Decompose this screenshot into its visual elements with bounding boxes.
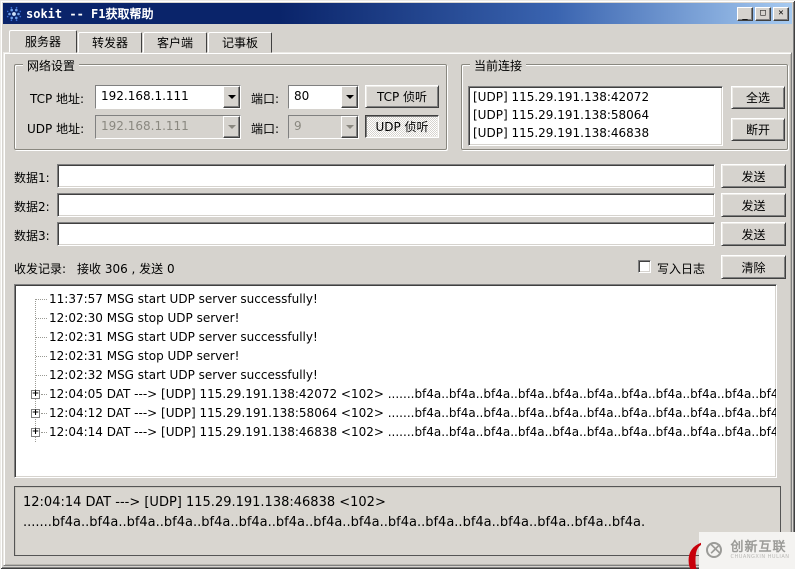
- write-log-checkbox[interactable]: [638, 260, 651, 273]
- watermark: ( ✕ 创新互联 CHUANGXIN HULIAN: [685, 532, 795, 569]
- send1-button[interactable]: 发送: [721, 164, 786, 188]
- log-entry[interactable]: 12:04:05 DAT ---> [UDP] 115.29.191.138:4…: [15, 385, 776, 404]
- send3-label: 发送: [741, 227, 766, 242]
- tcp-address-label: TCP 地址:: [30, 92, 85, 106]
- tcp-port-value: 80: [289, 86, 341, 108]
- chevron-down-icon[interactable]: [341, 86, 358, 108]
- send1-label: 发送: [741, 169, 766, 184]
- send2-label: 发送: [741, 198, 766, 213]
- select-all-button[interactable]: 全选: [731, 86, 785, 109]
- connection-item[interactable]: [UDP] 115.29.191.138:58064: [473, 106, 718, 124]
- network-settings-title: 网络设置: [23, 57, 80, 74]
- log-entry-text: 12:04:12 DAT ---> [UDP] 115.29.191.138:5…: [49, 406, 776, 420]
- log-entry[interactable]: 12:02:32 MSG start UDP server successful…: [15, 366, 776, 385]
- close-icon[interactable]: ✕: [773, 6, 789, 21]
- window-title: sokit -- F1获取帮助: [26, 7, 154, 21]
- log-entry[interactable]: 12:02:30 MSG stop UDP server!: [15, 309, 776, 328]
- udp-address-value: 192.168.1.111: [96, 116, 223, 138]
- disconnect-button[interactable]: 断开: [731, 118, 785, 141]
- app-window: sokit -- F1获取帮助 _ □ ✕ 服务器 转发器 客户端 记事板 网络…: [0, 0, 795, 569]
- tab-server[interactable]: 服务器: [9, 30, 78, 53]
- chevron-down-icon: [341, 116, 358, 138]
- expand-plus-icon[interactable]: [31, 428, 40, 437]
- app-icon: [6, 6, 22, 22]
- chevron-down-icon[interactable]: [223, 86, 240, 108]
- current-connections-title: 当前连接: [470, 57, 527, 74]
- title-bar: sokit -- F1获取帮助 _ □ ✕: [3, 3, 792, 24]
- udp-address-combobox: 192.168.1.111: [95, 115, 241, 139]
- watermark-logo-icon: ✕: [706, 539, 723, 560]
- tab-notepad[interactable]: 记事板: [208, 32, 273, 53]
- tab-label: 服务器: [25, 35, 62, 49]
- log-entry-text: 12:04:14 DAT ---> [UDP] 115.29.191.138:4…: [49, 425, 776, 439]
- red-paren-decoration: (: [685, 536, 703, 569]
- tab-label: 记事板: [222, 36, 259, 50]
- detail-line2: .......bf4a..bf4a..bf4a..bf4a..bf4a..bf4…: [23, 515, 646, 530]
- send2-button[interactable]: 发送: [721, 193, 786, 217]
- log-entry-text: 12:02:32 MSG start UDP server successful…: [49, 368, 318, 382]
- log-entry[interactable]: 12:04:14 DAT ---> [UDP] 115.29.191.138:4…: [15, 423, 776, 442]
- record-stats: 接收 306 , 发送 0: [77, 262, 175, 276]
- clear-label: 清除: [741, 260, 766, 275]
- select-all-label: 全选: [745, 91, 770, 105]
- tcp-listen-button[interactable]: TCP 侦听: [365, 85, 439, 108]
- watermark-brand: 创新互联: [730, 539, 787, 555]
- tab-label: 转发器: [92, 36, 129, 50]
- log-entry-text: 12:02:30 MSG stop UDP server!: [49, 311, 240, 325]
- tcp-address-value: 192.168.1.111: [96, 86, 223, 108]
- udp-listen-button[interactable]: UDP 侦听: [365, 115, 439, 138]
- watermark-subtext: CHUANGXIN HULIAN: [730, 553, 790, 560]
- tcp-port-combobox[interactable]: 80: [288, 85, 359, 109]
- detail-panel[interactable]: 12:04:14 DAT ---> [UDP] 115.29.191.138:4…: [14, 486, 781, 556]
- expand-plus-icon[interactable]: [31, 409, 40, 418]
- data3-label: 数据3:: [14, 229, 50, 243]
- udp-address-label: UDP 地址:: [27, 122, 85, 136]
- data2-label: 数据2:: [14, 200, 50, 214]
- tcp-listen-label: TCP 侦听: [376, 90, 428, 104]
- data1-label: 数据1:: [14, 171, 50, 185]
- send3-button[interactable]: 发送: [721, 222, 786, 246]
- udp-port-combobox: 9: [288, 115, 359, 139]
- log-entry-text: 12:04:05 DAT ---> [UDP] 115.29.191.138:4…: [49, 387, 776, 401]
- log-entry[interactable]: 11:37:57 MSG start UDP server successful…: [15, 290, 776, 309]
- detail-line1: 12:04:14 DAT ---> [UDP] 115.29.191.138:4…: [23, 495, 386, 510]
- log-entry-text: 12:02:31 MSG start UDP server successful…: [49, 330, 318, 344]
- record-label: 收发记录:: [14, 262, 67, 276]
- log-entry[interactable]: 12:02:31 MSG stop UDP server!: [15, 347, 776, 366]
- data1-input[interactable]: [57, 164, 715, 188]
- tcp-port-label: 端口:: [251, 92, 280, 106]
- log-entry[interactable]: 12:04:12 DAT ---> [UDP] 115.29.191.138:5…: [15, 404, 776, 423]
- connection-item[interactable]: [UDP] 115.29.191.138:46838: [473, 124, 718, 142]
- clear-button[interactable]: 清除: [721, 255, 786, 279]
- chevron-down-icon: [223, 116, 240, 138]
- data3-input[interactable]: [57, 222, 715, 246]
- log-entry-text: 12:02:31 MSG stop UDP server!: [49, 349, 240, 363]
- tab-client[interactable]: 客户端: [143, 32, 208, 53]
- connection-item[interactable]: [UDP] 115.29.191.138:42072: [473, 88, 718, 106]
- tab-bar: 服务器 转发器 客户端 记事板: [9, 30, 273, 53]
- tab-forwarder[interactable]: 转发器: [78, 32, 143, 53]
- expand-plus-icon[interactable]: [31, 390, 40, 399]
- disconnect-label: 断开: [745, 123, 770, 137]
- maximize-icon[interactable]: □: [755, 6, 771, 21]
- log-entry[interactable]: 12:02:31 MSG start UDP server successful…: [15, 328, 776, 347]
- tab-label: 客户端: [157, 36, 194, 50]
- write-log-label: 写入日志: [657, 262, 706, 276]
- udp-listen-label: UDP 侦听: [375, 120, 429, 134]
- udp-port-label: 端口:: [251, 122, 280, 136]
- log-entry-text: 11:37:57 MSG start UDP server successful…: [49, 292, 318, 306]
- udp-port-value: 9: [289, 116, 341, 138]
- data2-input[interactable]: [57, 193, 715, 217]
- tcp-address-combobox[interactable]: 192.168.1.111: [95, 85, 241, 109]
- log-tree[interactable]: 11:37:57 MSG start UDP server successful…: [14, 284, 777, 478]
- minimize-icon[interactable]: _: [737, 6, 753, 21]
- connection-list[interactable]: [UDP] 115.29.191.138:42072 [UDP] 115.29.…: [468, 86, 723, 146]
